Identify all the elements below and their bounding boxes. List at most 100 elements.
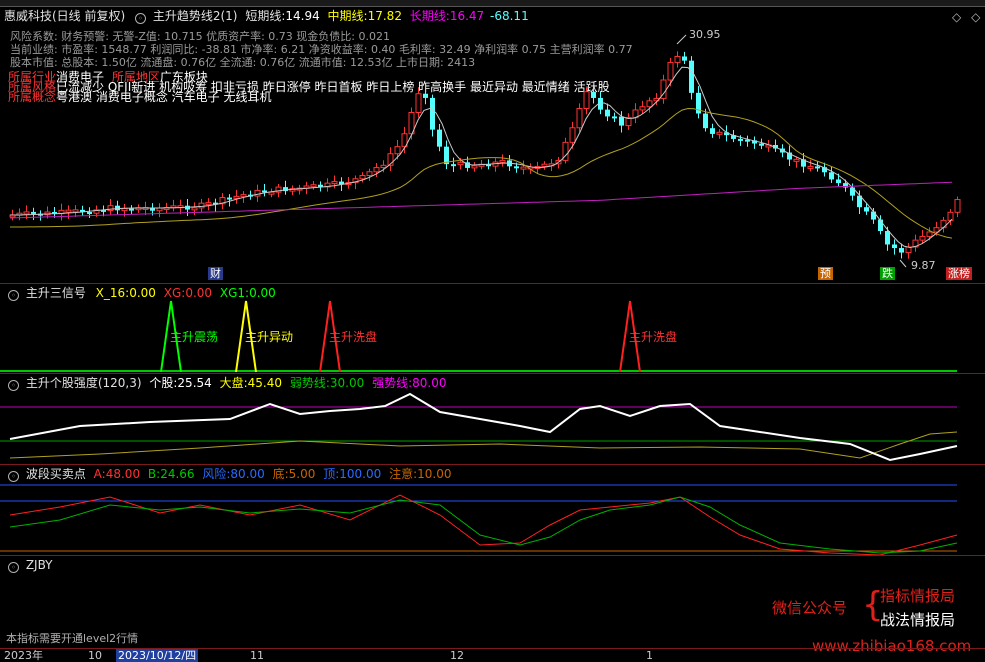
timeline-date[interactable]: 2023/10/12/四 xyxy=(116,649,199,662)
candle-body xyxy=(115,205,120,211)
candle-body xyxy=(926,231,933,237)
candle-body xyxy=(129,208,134,211)
panel4-header: ◦ ZJBY xyxy=(8,558,53,573)
watermark-wechat: 微信公众号 xyxy=(772,599,848,617)
candle-body xyxy=(457,161,464,166)
candle-body xyxy=(415,93,422,113)
candle-body xyxy=(667,61,674,81)
badge-yu[interactable]: 预 xyxy=(818,267,833,280)
candle-body xyxy=(885,231,890,245)
candle-body xyxy=(233,195,240,199)
candle-body xyxy=(871,211,876,220)
timeline-m10: 10 xyxy=(88,649,102,662)
candle-body xyxy=(892,244,897,249)
candle-body xyxy=(682,56,687,61)
candle-body xyxy=(738,138,743,141)
level2-notice: 本指标需要开通level2行情 xyxy=(6,632,139,645)
candle-body xyxy=(619,116,624,126)
candle-body xyxy=(689,60,694,93)
ma-long-line xyxy=(9,181,953,219)
badge-cai[interactable]: 财 xyxy=(208,267,223,280)
candle-body xyxy=(899,248,904,253)
timeline-m11: 11 xyxy=(250,649,264,662)
candle-body xyxy=(954,199,961,213)
badge-die[interactable]: 跌 xyxy=(880,267,895,280)
candle-body xyxy=(191,207,198,211)
candle-body xyxy=(254,189,261,197)
candle-body xyxy=(807,165,814,169)
candle-body xyxy=(72,209,79,213)
candle-body xyxy=(471,165,478,169)
candle-body xyxy=(423,93,428,98)
candle-body xyxy=(569,127,576,143)
candle-body xyxy=(674,55,681,63)
candle-body xyxy=(850,187,855,196)
candlestick-chart[interactable]: 30.95 9.87 xyxy=(0,20,985,282)
signal-label-1: 主升震荡 xyxy=(170,330,218,344)
panel4-settings-icon[interactable]: ◦ xyxy=(8,562,19,573)
candle-body xyxy=(829,172,834,180)
low-price-pointer xyxy=(899,259,907,268)
timeline-bar: 2023年 10 2023/10/12/四 11 12 1 xyxy=(0,648,985,662)
candle-body xyxy=(331,181,338,185)
timeline-year: 2023年 xyxy=(4,649,43,662)
watermark: 微信公众号 { 指标情报局 战法情报局 www.zhibiao168.com xyxy=(772,585,982,655)
candle-body xyxy=(359,174,366,180)
candle-body xyxy=(198,202,205,209)
candle-body xyxy=(65,209,72,213)
low-price-label: 9.87 xyxy=(911,259,936,272)
candle-body xyxy=(121,208,128,212)
candle-body xyxy=(703,113,708,129)
stock-strength-line xyxy=(9,392,958,462)
candle-body xyxy=(227,197,232,200)
candle-body xyxy=(394,146,401,155)
candle-body xyxy=(710,128,715,134)
candle-body xyxy=(87,212,92,215)
candle-body xyxy=(583,91,590,110)
candle-body xyxy=(23,211,30,215)
wave-a-line xyxy=(9,494,958,555)
watermark-line1: 指标情报局 xyxy=(880,587,956,605)
signal-panel[interactable]: 主升震荡 主升异动 主升洗盘 主升洗盘 xyxy=(0,284,985,374)
top-menu-bar xyxy=(0,0,985,7)
candle-body xyxy=(520,166,527,170)
candle-body xyxy=(793,158,800,162)
candle-body xyxy=(947,211,954,221)
candle-body xyxy=(646,100,653,108)
candle-body xyxy=(919,235,926,241)
candle-body xyxy=(373,167,380,173)
candle-body xyxy=(380,164,387,169)
market-strength-line xyxy=(9,431,958,459)
signal-label-4: 主升洗盘 xyxy=(629,329,677,344)
panel4-title[interactable]: ZJBY xyxy=(26,558,53,572)
candle-body xyxy=(499,159,506,163)
candle-body xyxy=(716,131,723,135)
candle-body xyxy=(31,211,36,214)
timeline-m1: 1 xyxy=(646,649,653,662)
candle-body xyxy=(591,91,596,98)
badge-zhang[interactable]: 涨榜 xyxy=(946,267,972,280)
watermark-line2: 战法情报局 xyxy=(880,611,956,629)
high-price-pointer xyxy=(676,34,687,45)
candle-body xyxy=(605,109,610,117)
panel-divider-4 xyxy=(0,555,985,556)
candle-body xyxy=(541,163,548,168)
candle-body xyxy=(836,179,841,184)
candle-body xyxy=(430,97,435,130)
candle-body xyxy=(514,166,519,169)
candle-body xyxy=(366,171,373,176)
ma-mid-line xyxy=(10,107,953,239)
candle-body xyxy=(864,207,869,212)
candle-body xyxy=(310,184,317,188)
wave-panel[interactable] xyxy=(0,465,985,555)
signal-label-3: 主升洗盘 xyxy=(329,329,377,344)
candle-body xyxy=(815,166,820,169)
candle-body xyxy=(240,194,247,198)
high-price-label: 30.95 xyxy=(689,28,721,41)
candle-body xyxy=(205,202,212,206)
candle-body xyxy=(759,143,764,146)
strength-panel[interactable] xyxy=(0,374,985,464)
candle-body xyxy=(576,108,583,129)
candle-body xyxy=(639,106,646,111)
candle-body xyxy=(451,164,456,167)
